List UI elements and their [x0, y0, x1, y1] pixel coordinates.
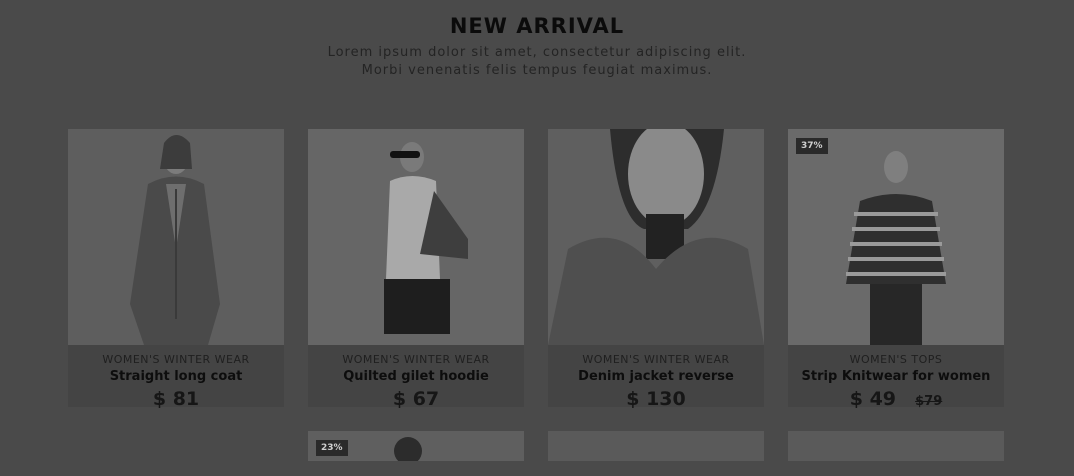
product-info: WOMEN'S TOPS Strip Knitwear for women $ … [788, 345, 1004, 410]
product-name[interactable]: Denim jacket reverse [548, 369, 764, 384]
product-info: WOMEN'S WINTER WEAR Straight long coat $… [68, 345, 284, 410]
product-name[interactable]: Quilted gilet hoodie [308, 369, 524, 384]
product-prices: $ 67 [308, 388, 524, 410]
section-header: NEW ARRIVAL Lorem ipsum dolor sit amet, … [0, 0, 1074, 80]
product-image[interactable] [548, 129, 764, 345]
product-category: WOMEN'S WINTER WEAR [102, 353, 250, 366]
product-card[interactable] [548, 431, 764, 461]
product-image[interactable] [68, 431, 284, 461]
product-price: $ 81 [152, 388, 200, 410]
product-info: WOMEN'S WINTER WEAR Quilted gilet hoodie… [308, 345, 524, 410]
product-info: WOMEN'S WINTER WEAR Denim jacket reverse… [548, 345, 764, 410]
discount-badge: 23% [316, 440, 348, 456]
product-category: WOMEN'S WINTER WEAR [342, 353, 490, 366]
product-grid: WOMEN'S WINTER WEAR Straight long coat $… [68, 129, 1004, 461]
product-card[interactable]: WOMEN'S WINTER WEAR Denim jacket reverse… [548, 129, 764, 410]
subtitle-line-1: Lorem ipsum dolor sit amet, consectetur … [327, 45, 747, 60]
product-image[interactable] [788, 431, 1004, 461]
product-price: $ 49 [849, 388, 897, 410]
discount-badge: 37% [796, 138, 828, 154]
product-card[interactable] [68, 431, 284, 461]
product-old-price: $79 [915, 394, 943, 409]
product-card[interactable]: WOMEN'S WINTER WEAR Quilted gilet hoodie… [308, 129, 524, 410]
product-image[interactable] [308, 129, 524, 345]
product-card[interactable]: WOMEN'S WINTER WEAR Straight long coat $… [68, 129, 284, 410]
product-card[interactable]: 37% WOMEN'S TOPS Strip Knitwear for wome… [788, 129, 1004, 410]
product-prices: $ 130 [548, 388, 764, 410]
product-name[interactable]: Straight long coat [68, 369, 284, 384]
product-image[interactable] [788, 129, 1004, 345]
product-category: WOMEN'S TOPS [849, 353, 943, 366]
subtitle-line-2: Morbi venenatis felis tempus feugiat max… [361, 63, 713, 78]
product-category: WOMEN'S WINTER WEAR [582, 353, 730, 366]
product-price: $ 67 [392, 388, 440, 410]
product-image[interactable] [548, 431, 764, 461]
product-name[interactable]: Strip Knitwear for women [788, 369, 1004, 384]
product-image[interactable] [68, 129, 284, 345]
section-title: NEW ARRIVAL [449, 14, 625, 38]
product-prices: $ 81 [68, 388, 284, 410]
product-price: $ 130 [626, 388, 686, 410]
section-subtitle: Lorem ipsum dolor sit amet, consectetur … [0, 44, 1074, 80]
product-card[interactable] [788, 431, 1004, 461]
product-prices: $ 49 $79 [788, 388, 1004, 410]
product-card[interactable]: 23% [308, 431, 524, 461]
